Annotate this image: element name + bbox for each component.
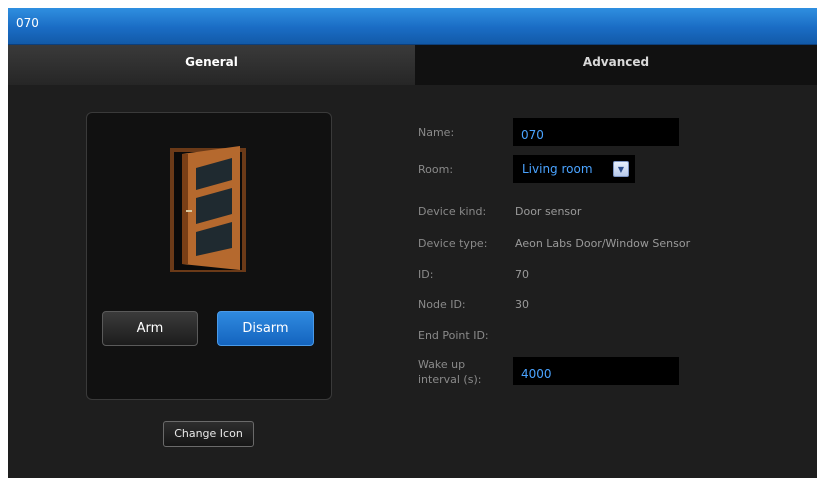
wake-up-label-line2: interval (s):: [418, 373, 482, 386]
room-select[interactable]: Living room ▼: [513, 155, 635, 183]
disarm-button[interactable]: Disarm: [217, 311, 314, 346]
device-type-label: Device type:: [418, 237, 488, 250]
device-kind-value: Door sensor: [515, 205, 582, 218]
wake-up-label: Wake up interval (s):: [418, 357, 481, 387]
end-point-id-label: End Point ID:: [418, 329, 489, 342]
node-id-value: 30: [515, 298, 529, 311]
general-tab-content: Arm Disarm Change Icon Name: Room: Livin…: [8, 85, 817, 478]
name-label: Name:: [418, 126, 455, 139]
device-window: 070 General Advanced Arm Disarm Change I: [8, 8, 817, 478]
chevron-down-icon[interactable]: ▼: [613, 161, 629, 177]
door-icon: [170, 146, 246, 272]
change-icon-button[interactable]: Change Icon: [163, 421, 254, 447]
wake-up-label-line1: Wake up: [418, 358, 466, 371]
id-label: ID:: [418, 268, 434, 281]
node-id-label: Node ID:: [418, 298, 466, 311]
room-label: Room:: [418, 163, 454, 176]
device-type-value: Aeon Labs Door/Window Sensor: [515, 237, 691, 250]
room-select-value: Living room: [522, 162, 593, 176]
device-icon-panel: Arm Disarm: [86, 112, 332, 400]
name-input[interactable]: [513, 118, 679, 146]
tab-advanced[interactable]: Advanced: [415, 45, 817, 85]
arm-button[interactable]: Arm: [102, 311, 198, 346]
id-value: 70: [515, 268, 529, 281]
tab-general[interactable]: General: [8, 45, 415, 85]
device-kind-label: Device kind:: [418, 205, 487, 218]
wake-up-interval-input[interactable]: [513, 357, 679, 385]
window-title: 070: [8, 8, 817, 45]
